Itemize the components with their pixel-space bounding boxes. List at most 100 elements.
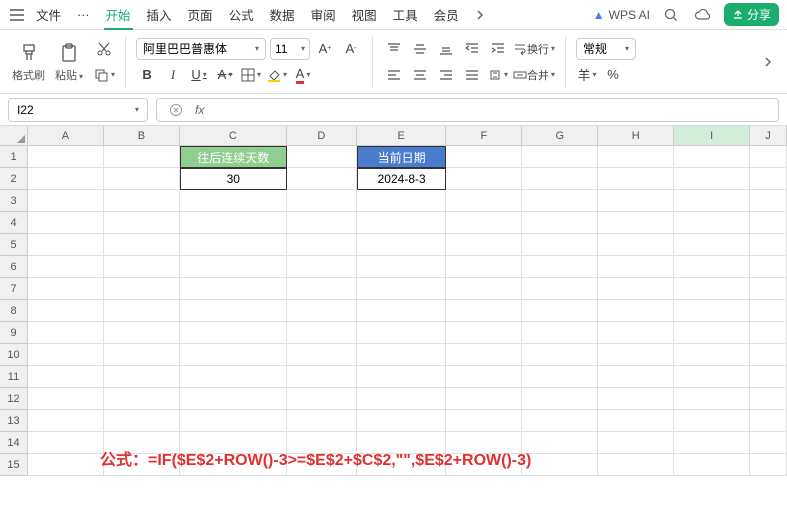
cell[interactable] [674, 410, 750, 432]
cell[interactable] [750, 212, 787, 234]
col-header-j[interactable]: J [750, 126, 787, 146]
row-header[interactable]: 5 [0, 234, 28, 256]
cell[interactable] [104, 322, 180, 344]
cell[interactable] [287, 234, 357, 256]
cell[interactable] [446, 256, 522, 278]
cancel-formula-icon[interactable] [165, 99, 187, 121]
menu-tab-start[interactable]: 开始 [100, 2, 137, 27]
cell[interactable] [750, 146, 787, 168]
cell[interactable] [180, 212, 287, 234]
menu-tab-data[interactable]: 数据 [264, 2, 301, 27]
cell[interactable] [522, 212, 598, 234]
col-header-a[interactable]: A [28, 126, 104, 146]
cell[interactable] [598, 234, 674, 256]
cell[interactable] [180, 410, 287, 432]
cell[interactable] [674, 234, 750, 256]
cell[interactable] [357, 366, 447, 388]
menu-more-icon[interactable] [469, 4, 491, 26]
cell[interactable]: 30 [180, 168, 287, 190]
cell[interactable]: 当前日期 [357, 146, 447, 168]
col-header-b[interactable]: B [104, 126, 180, 146]
cell[interactable] [287, 168, 357, 190]
font-color-button[interactable]: A▾ [292, 64, 314, 86]
row-header[interactable]: 10 [0, 344, 28, 366]
cell[interactable] [357, 344, 447, 366]
align-left-icon[interactable] [383, 64, 405, 86]
cell[interactable] [522, 388, 598, 410]
cell[interactable] [287, 300, 357, 322]
cell[interactable] [180, 344, 287, 366]
cell[interactable] [750, 256, 787, 278]
cell[interactable] [446, 146, 522, 168]
row-header[interactable]: 4 [0, 212, 28, 234]
cell[interactable] [522, 256, 598, 278]
cell[interactable] [28, 344, 104, 366]
cell[interactable] [287, 256, 357, 278]
copy-icon[interactable]: ▾ [93, 64, 115, 86]
row-header[interactable]: 2 [0, 168, 28, 190]
cell[interactable] [522, 278, 598, 300]
cell[interactable] [598, 432, 674, 454]
cell[interactable] [28, 168, 104, 190]
menu-tab-review[interactable]: 审阅 [305, 2, 342, 27]
cell[interactable] [750, 234, 787, 256]
row-header[interactable]: 11 [0, 366, 28, 388]
cell[interactable] [357, 410, 447, 432]
spreadsheet-grid[interactable]: A B C D E F G H I J 12345678910111213141… [0, 126, 787, 520]
paste-group[interactable]: 粘贴▾ [51, 41, 87, 83]
cell[interactable] [180, 278, 287, 300]
cell[interactable] [750, 300, 787, 322]
strikethrough-button[interactable]: A▾ [214, 64, 236, 86]
cell[interactable] [446, 212, 522, 234]
cell[interactable] [598, 190, 674, 212]
cell[interactable] [446, 190, 522, 212]
menu-tab-page[interactable]: 页面 [182, 2, 219, 27]
row-header[interactable]: 3 [0, 190, 28, 212]
cell[interactable] [104, 168, 180, 190]
cell[interactable] [104, 278, 180, 300]
cell[interactable] [28, 388, 104, 410]
ribbon-expand-icon[interactable] [757, 51, 779, 73]
cell[interactable] [28, 366, 104, 388]
cell[interactable] [522, 344, 598, 366]
cell[interactable] [750, 190, 787, 212]
cell[interactable] [598, 212, 674, 234]
cell[interactable] [180, 234, 287, 256]
cell[interactable] [598, 454, 674, 476]
cell[interactable] [357, 388, 447, 410]
cell[interactable] [357, 234, 447, 256]
cell[interactable] [28, 234, 104, 256]
hamburger-icon[interactable] [8, 6, 26, 24]
cell[interactable] [28, 256, 104, 278]
row-header[interactable]: 8 [0, 300, 28, 322]
cell[interactable] [674, 212, 750, 234]
cell[interactable] [522, 300, 598, 322]
row-header[interactable]: 15 [0, 454, 28, 476]
cell[interactable] [598, 300, 674, 322]
cell[interactable] [287, 388, 357, 410]
bold-button[interactable]: B [136, 64, 158, 86]
col-header-g[interactable]: G [522, 126, 598, 146]
percent-button[interactable]: % [602, 64, 624, 86]
cell[interactable] [357, 190, 447, 212]
cell[interactable] [180, 256, 287, 278]
cell[interactable] [180, 300, 287, 322]
cell[interactable] [28, 322, 104, 344]
menu-tab-formula[interactable]: 公式 [223, 2, 260, 27]
merge-button[interactable]: 合并▾ [513, 64, 555, 86]
cell[interactable] [28, 410, 104, 432]
cell[interactable] [446, 234, 522, 256]
cell[interactable] [522, 410, 598, 432]
cell[interactable] [750, 432, 787, 454]
cell[interactable] [104, 256, 180, 278]
cell[interactable] [287, 366, 357, 388]
cell[interactable] [750, 454, 787, 476]
fx-icon[interactable]: fx [195, 103, 204, 117]
cell[interactable] [357, 212, 447, 234]
menu-ellipsis[interactable]: ··· [71, 5, 96, 25]
cell[interactable] [750, 168, 787, 190]
fill-color-button[interactable]: ▾ [266, 64, 288, 86]
cell[interactable] [750, 366, 787, 388]
cell[interactable] [287, 190, 357, 212]
cell[interactable] [287, 278, 357, 300]
